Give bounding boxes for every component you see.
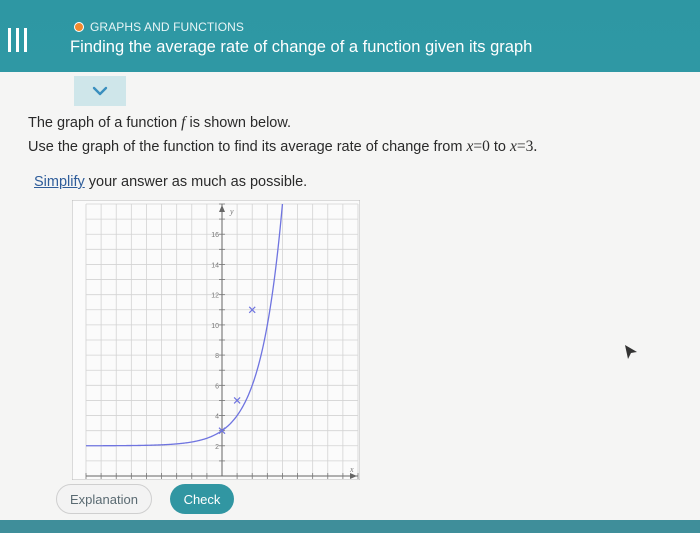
check-button[interactable]: Check xyxy=(170,484,234,514)
simplify-link[interactable]: Simplify xyxy=(34,174,85,190)
category-label: GRAPHS AND FUNCTIONS xyxy=(90,20,245,34)
y-tick-label: 14 xyxy=(211,262,219,269)
y-tick-label: 8 xyxy=(215,353,219,360)
question-text: to xyxy=(489,139,511,155)
question-line-1: The graph of a function f is shown below… xyxy=(28,114,291,132)
explanation-button[interactable]: Explanation xyxy=(56,484,152,514)
question-line-3: Simplify your answer as much as possible… xyxy=(34,174,307,190)
question-text: Use the graph of the function to find it… xyxy=(28,139,467,155)
y-tick-label: 4 xyxy=(215,414,219,421)
x-variable: x xyxy=(510,138,517,155)
footer-bar xyxy=(0,520,700,533)
function-graph: -8-6-4-22468246810121416xy xyxy=(72,200,360,480)
header-bar: GRAPHS AND FUNCTIONS Finding the average… xyxy=(0,0,700,72)
period: . xyxy=(533,138,538,155)
collapse-toggle-button[interactable] xyxy=(74,76,126,106)
y-tick-label: 2 xyxy=(215,444,219,451)
y-tick-label: 16 xyxy=(211,232,219,239)
progress-dot-icon xyxy=(74,22,84,32)
x-axis-label: x xyxy=(349,465,354,474)
page-title: Finding the average rate of change of a … xyxy=(70,38,533,56)
from-value: 0 xyxy=(482,138,490,155)
menu-icon[interactable] xyxy=(8,28,34,54)
y-tick-label: 6 xyxy=(215,383,219,390)
y-tick-label: 10 xyxy=(211,323,219,330)
equals-sign: = xyxy=(473,138,483,155)
mouse-cursor-icon xyxy=(625,345,637,359)
equals-sign: = xyxy=(516,138,526,155)
y-tick-label: 12 xyxy=(211,293,219,300)
topic-category: GRAPHS AND FUNCTIONS xyxy=(74,20,244,34)
question-text: The graph of a function xyxy=(28,115,182,131)
question-text: is shown below. xyxy=(185,115,292,131)
chevron-down-icon xyxy=(92,86,108,96)
y-axis-label: y xyxy=(229,207,234,216)
question-line-2: Use the graph of the function to find it… xyxy=(28,138,537,156)
question-text: your answer as much as possible. xyxy=(84,174,308,190)
